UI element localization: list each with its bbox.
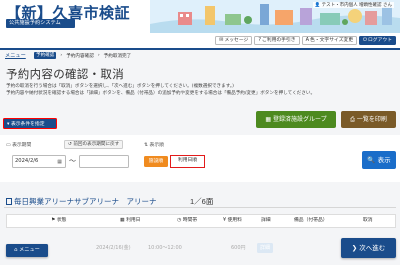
breadcrumb-step: 予約取消完了 <box>103 53 132 59</box>
breadcrumb: 予約確認 › 予約内容確認 › 予約取消完了 <box>34 52 131 59</box>
logout-button[interactable]: ⏻ログアウト <box>359 36 396 45</box>
breadcrumb-current: 予約確認 <box>34 52 57 59</box>
facility-name: 毎日興業アリーナサブアリーナ アリーナ <box>6 196 157 207</box>
color-size-button[interactable]: A色・文字サイズ変更 <box>301 36 358 45</box>
previous-period-label: 前回の表示期間に戻す <box>73 142 120 147</box>
power-icon: ⏻ <box>363 37 367 43</box>
header-cancel: 取消 <box>363 218 373 223</box>
registered-group-label: 登録済施設グループ <box>272 116 327 123</box>
calendar-icon: ▦ <box>57 159 62 165</box>
previous-period-button[interactable]: ↺ 前回の表示期間に戻す <box>64 140 124 149</box>
filter-panel: ▭ 表示期間 ↺ 前回の表示期間に戻す ⇅ 表示順 2024/2/6 ▦ ～ 施設… <box>0 135 400 182</box>
cell-time: 10:00～12:00 <box>148 245 182 251</box>
chevron-right-icon: › <box>97 53 100 58</box>
message-label: メッセージ <box>224 38 249 43</box>
user-name-text: テスト・市内個人 増顕性確認 さん <box>321 3 392 8</box>
chevron-right-icon: › <box>60 53 63 58</box>
user-name: 👤 テスト・市内個人 増顕性確認 さん <box>312 2 394 8</box>
header-fee: ¥ 使用料 <box>223 215 242 227</box>
page-description: 予約の取消を行う場合は「取消」ボタンを選択し、「次へ進む」ボタンを押してください… <box>6 83 396 98</box>
detail-button[interactable]: 詳細 <box>257 243 274 253</box>
description-line: 予約の取消を行う場合は「取消」ボタンを選択し、「次へ進む」ボタンを押してください… <box>6 84 234 89</box>
header-time-label: 時間帯 <box>182 218 198 223</box>
guide-button[interactable]: ?ご利用の手引き <box>254 36 300 45</box>
mail-icon: ✉ <box>219 37 224 43</box>
guide-label: ご利用の手引き <box>261 38 296 43</box>
header: 【新】久喜市検証 公共施設予約システム 👤 テスト・市内個人 増顕性確認 さん … <box>0 0 400 50</box>
header-date-label: 利用日 <box>126 218 141 223</box>
order-date-button[interactable]: 利用日順 <box>170 155 205 168</box>
next-button[interactable]: ❯ 次へ進む <box>341 238 396 258</box>
header-equipment: 備品（付帯品） <box>294 218 328 223</box>
period-label: ▭ 表示期間 <box>6 141 31 148</box>
cell-fee: 600円 <box>231 245 246 251</box>
breadcrumb-step: 予約内容確認 <box>66 53 94 59</box>
next-button-label: 次へ進む <box>359 244 386 252</box>
print-list-label: 一覧を印刷 <box>356 116 387 123</box>
menu-button[interactable]: ⌂ メニュー <box>6 244 48 257</box>
show-conditions-label: 表示条件を指定 <box>10 122 45 127</box>
printer-icon: ⎙ <box>350 116 357 123</box>
description-line: 予約内容や納付状況を確認する場合は「詳細」ボタンを、備品（付帯品）の追加予約や変… <box>6 91 316 97</box>
group-icon: ▦ <box>265 116 273 123</box>
header-time: ◷ 時間帯 <box>177 215 197 227</box>
cell-date: 2024/2/16(金) <box>96 245 131 251</box>
header-status: ⚑ 状態 <box>51 215 66 227</box>
table-header: ⚑ 状態 ▦ 利用日 ◷ 時間帯 ¥ 使用料 詳細 備品（付帯品） 取消 <box>6 214 396 228</box>
color-size-label: 色・文字サイズ変更 <box>310 38 354 43</box>
order-facility-button[interactable]: 施設順 <box>144 156 168 167</box>
header-fee-label: 使用料 <box>227 218 242 223</box>
registered-group-button[interactable]: ▦ 登録済施設グループ <box>256 111 336 128</box>
user-icon: 👤 <box>314 3 321 8</box>
system-name: 公共施設予約システム <box>6 19 75 28</box>
order-label: ⇅ 表示順 <box>144 141 164 148</box>
show-button[interactable]: 🔍 表示 <box>362 151 396 169</box>
facility-name-text: 毎日興業アリーナサブアリーナ アリーナ <box>14 197 157 206</box>
date-from-value: 2024/2/6 <box>15 158 39 164</box>
date-to-input[interactable] <box>79 155 129 168</box>
header-divider <box>0 48 400 50</box>
show-conditions-button[interactable]: ▾ 表示条件を指定 <box>3 118 57 129</box>
logout-label: ログアウト <box>368 38 392 43</box>
header-detail: 詳細 <box>261 218 271 223</box>
print-list-button[interactable]: ⎙ 一覧を印刷 <box>341 111 396 128</box>
header-buttons: ✉メッセージ ?ご利用の手引き A色・文字サイズ変更 ⏻ログアウト <box>215 36 396 45</box>
facility-divider <box>4 207 396 208</box>
help-icon: ? <box>258 37 261 43</box>
font-size-icon: A <box>305 37 309 43</box>
period-label-text: 表示期間 <box>12 143 32 148</box>
date-from-input[interactable]: 2024/2/6 ▦ <box>12 155 66 168</box>
menu-button-label: メニュー <box>19 247 40 253</box>
page-title: 予約内容の確認・取消 <box>6 69 124 81</box>
breadcrumb-menu-link[interactable]: メニュー <box>5 52 26 59</box>
order-label-text: 表示順 <box>149 143 164 148</box>
search-icon: 🔍 <box>367 156 378 164</box>
header-date: ▦ 利用日 <box>120 215 140 227</box>
header-status-label: 状態 <box>56 218 67 223</box>
facility-count: 1／6面 <box>190 197 214 206</box>
table-row: 2024/2/16(金) 10:00～12:00 600円 詳細 <box>6 238 396 258</box>
show-button-label: 表示 <box>377 156 391 164</box>
message-button[interactable]: ✉メッセージ <box>215 36 253 45</box>
range-separator: ～ <box>69 157 76 165</box>
building-icon <box>6 198 12 205</box>
